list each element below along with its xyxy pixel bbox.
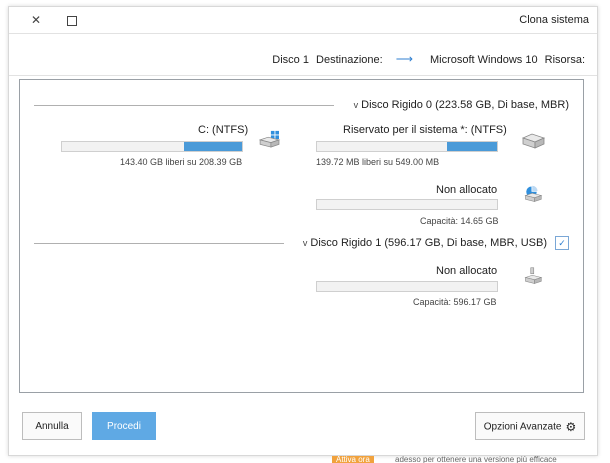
window-title: Clona sistema (519, 14, 589, 26)
activate-now-link[interactable]: Attiva ora (332, 456, 374, 463)
partition-name: C: (NTFS) (198, 124, 249, 136)
disk1-header[interactable]: v Disco Rigido 1 (596.17 GB, Di base, MB… (299, 237, 547, 249)
partition-usage-bar (316, 141, 498, 152)
partition-info: 143.40 GB liberi su 208.39 GB (120, 157, 243, 167)
usb-drive-icon (524, 267, 543, 284)
disk-panel: v Disco Rigido 0 (223.58 GB, Di base, MB… (19, 79, 584, 393)
activation-strip: Attiva ora adesso per ottenere una versi… (0, 456, 610, 463)
disk0-divider (34, 105, 334, 106)
advanced-options-label: Opzioni Avanzate (483, 421, 562, 433)
disk1-checkbox[interactable]: ✓ (555, 236, 569, 250)
partition-info: Capacità: 596.17 GB (413, 297, 497, 307)
destination-value: Disco 1 (272, 54, 309, 66)
disk0-header[interactable]: v Disco Rigido 0 (223.58 GB, Di base, MB… (350, 99, 569, 111)
title-bar: ✕ Clona sistema (9, 7, 597, 33)
chevron-down-icon[interactable]: v (303, 238, 308, 248)
gear-icon: ⚙ (565, 420, 577, 434)
close-icon[interactable]: ✕ (27, 11, 45, 29)
partition-usage-bar (316, 281, 498, 292)
partition-usage-fill (184, 142, 242, 151)
partition-usage-bar (61, 141, 243, 152)
partition-usage-bar (316, 199, 498, 210)
disk1-title: Disco Rigido 1 (596.17 GB, Di base, MBR,… (310, 237, 547, 249)
source-label: Risorsa: (544, 54, 585, 66)
source-destination-route: Disco 1 Destinazione: ⟶ Microsoft Window… (268, 52, 585, 66)
proceed-button[interactable]: Procedi (92, 412, 156, 440)
destination-label: Destinazione: (316, 54, 383, 66)
partition-info: 139.72 MB liberi su 549.00 MB (316, 157, 440, 167)
route-separator (9, 75, 597, 76)
source-value: Microsoft Windows 10 (430, 54, 538, 66)
advanced-options-button[interactable]: Opzioni Avanzate ⚙ (475, 412, 585, 440)
partition-usage-fill (447, 142, 497, 151)
maximize-icon[interactable] (63, 11, 81, 29)
cancel-button[interactable]: Annulla (22, 412, 82, 440)
title-separator (9, 33, 597, 34)
arrow-icon: ⟶ (395, 52, 413, 66)
partition-info: Capacità: 14.65 GB (420, 216, 499, 226)
partition-name: Non allocato (436, 265, 498, 277)
disk0-title: Disco Rigido 0 (223.58 GB, Di base, MBR) (361, 99, 569, 111)
activation-text: adesso per ottenere una versione più eff… (395, 456, 557, 463)
partition-name: Riservato per il sistema *: (NTFS) (343, 124, 507, 136)
unallocated-drive-icon (524, 185, 543, 202)
hard-drive-icon (521, 133, 546, 149)
chevron-down-icon[interactable]: v (354, 100, 359, 110)
partition-name: Non allocato (436, 184, 498, 196)
windows-drive-icon (258, 130, 281, 148)
disk1-divider (34, 243, 284, 244)
